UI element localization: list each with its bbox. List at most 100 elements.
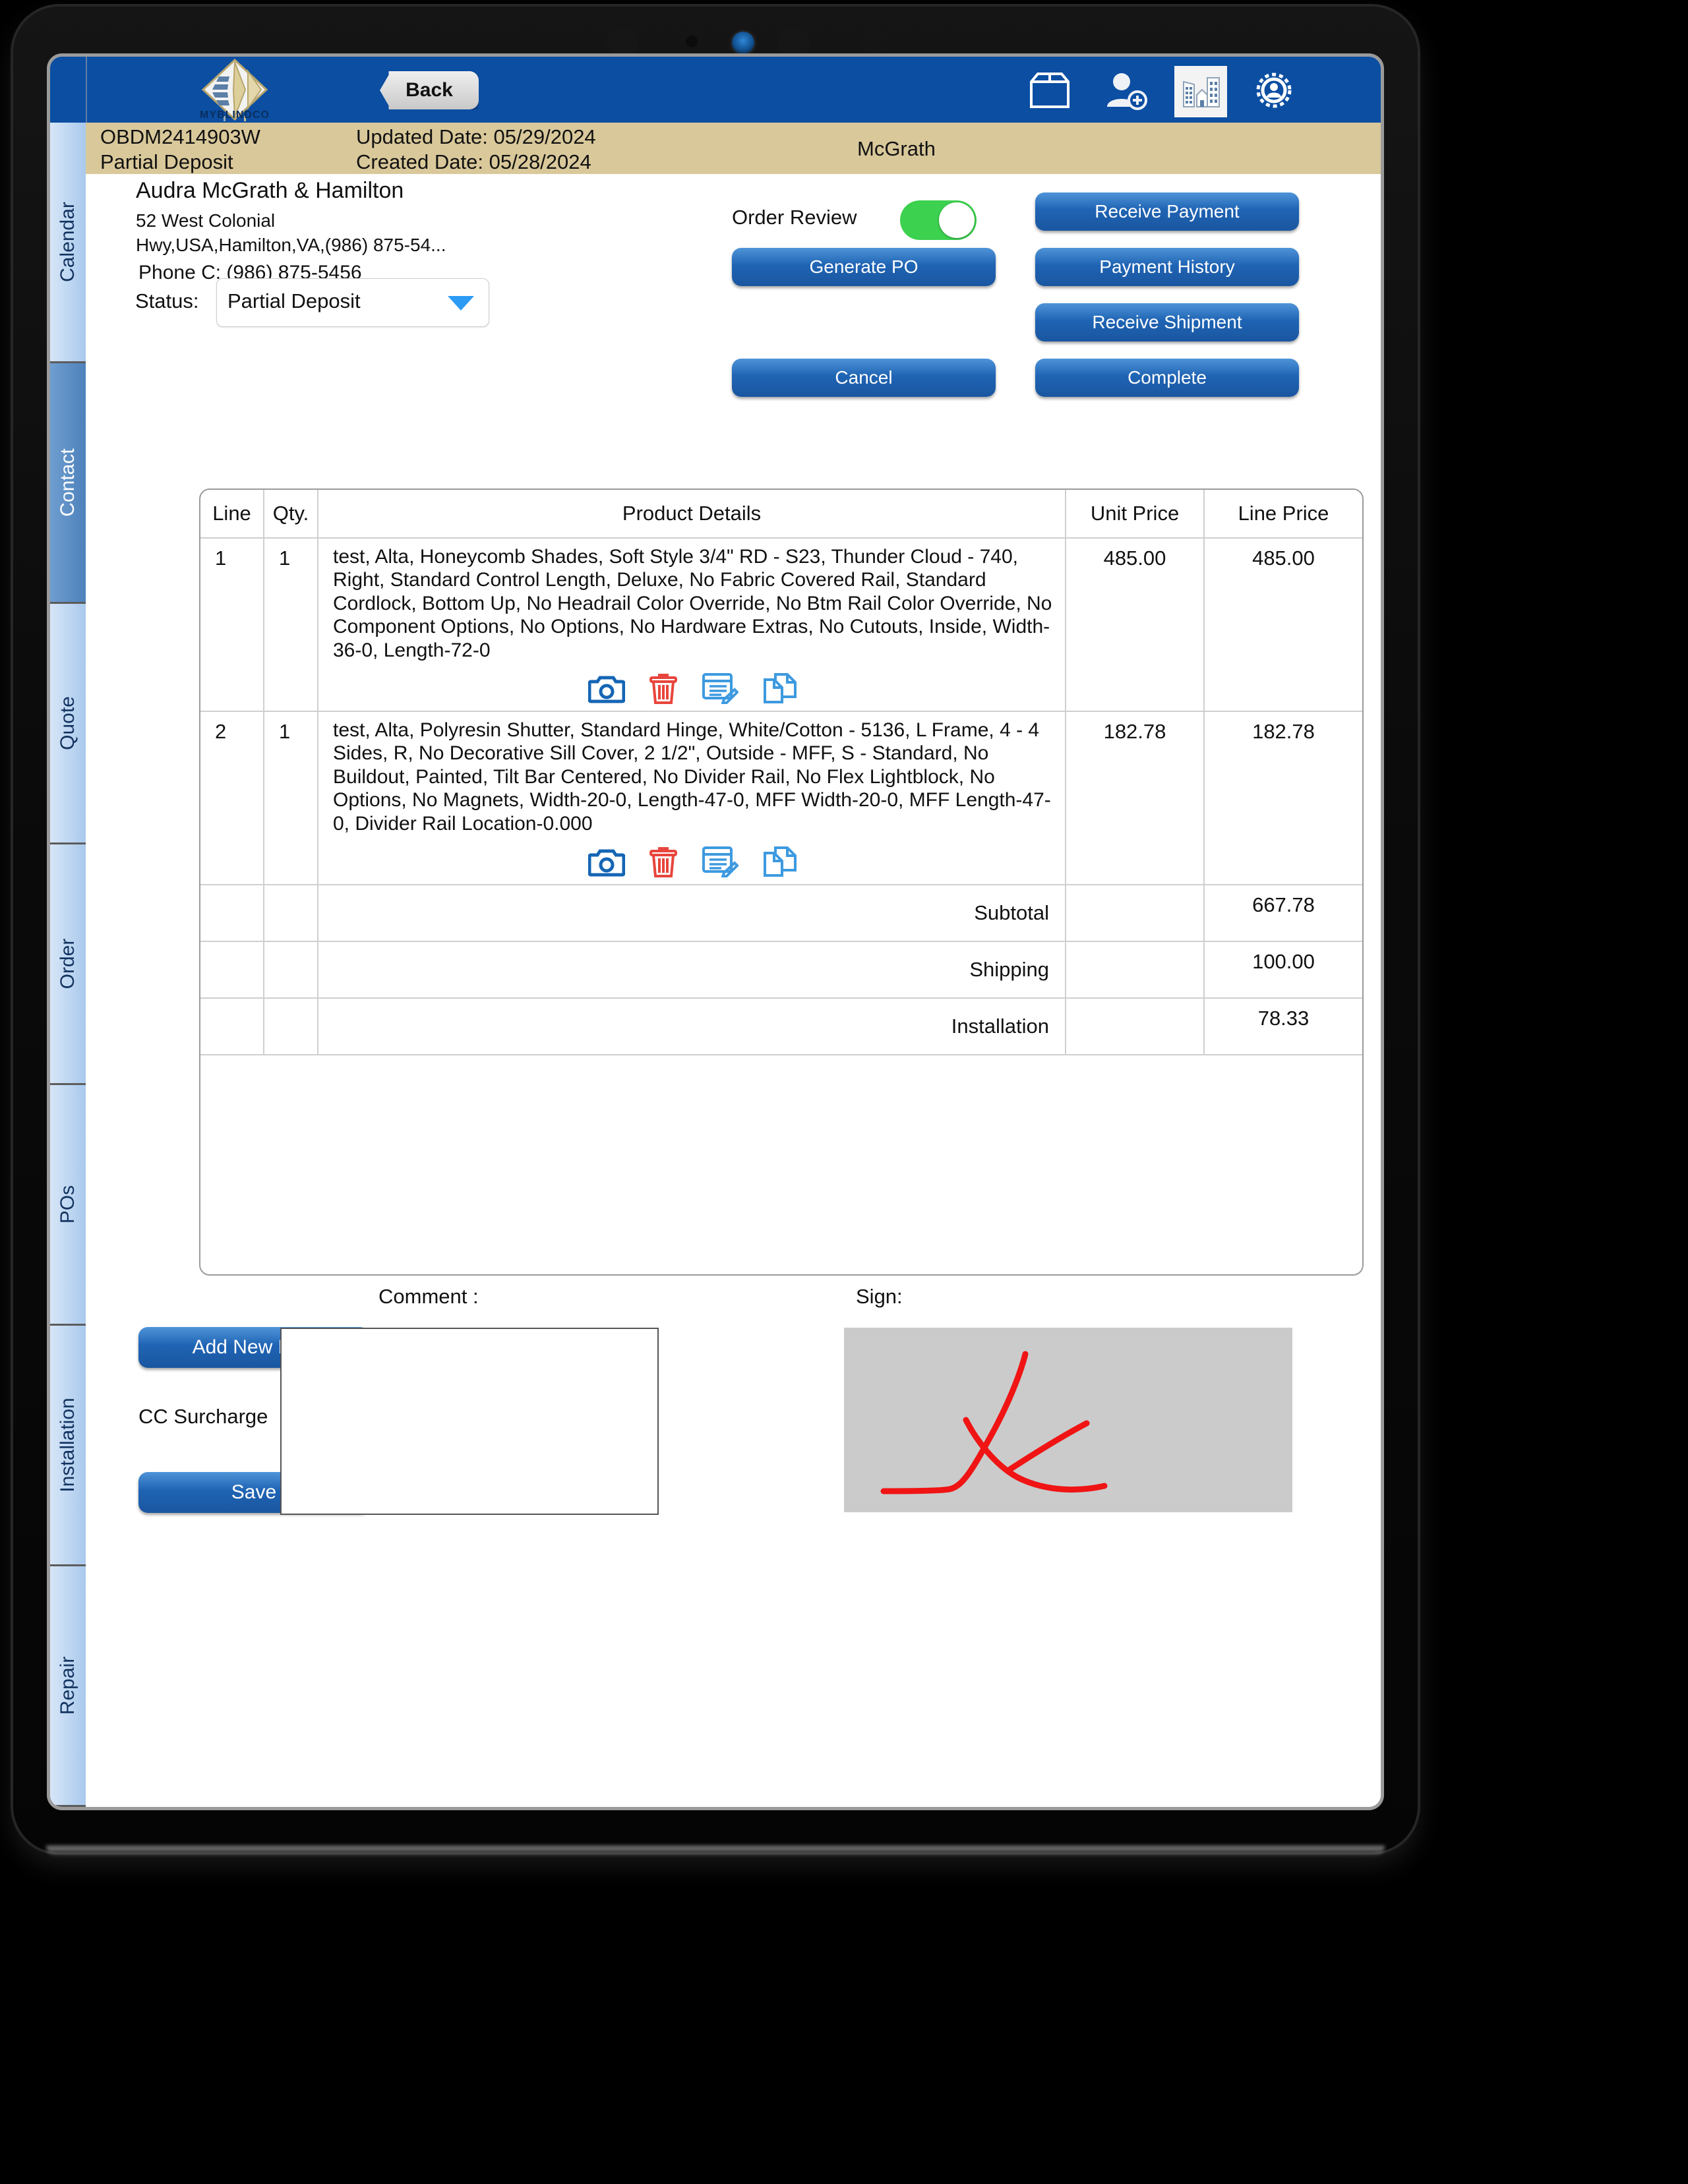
camera-sensor-3 (778, 26, 810, 58)
cancel-label: Cancel (835, 367, 893, 388)
totals-row: Shipping 100.00 (200, 941, 1362, 999)
duplicate-icon[interactable] (762, 846, 798, 877)
add-user-icon[interactable] (1102, 70, 1149, 111)
sidebar-item-installation[interactable]: Installation (50, 1326, 86, 1566)
totals-row: Installation 78.33 (200, 997, 1362, 1055)
signature-pad[interactable] (844, 1328, 1292, 1512)
totals-spacer-line (200, 884, 264, 942)
shipping-value: 100.00 (1204, 941, 1362, 999)
app-header-bar: MYBLINDCO Back (50, 57, 1381, 123)
totals-spacer-line (200, 941, 264, 999)
device-bezel-top (13, 7, 1418, 59)
row-unit-price: 485.00 (1066, 538, 1205, 712)
totals-spacer-qty (264, 997, 318, 1055)
row-line-number: 2 (200, 711, 264, 885)
trash-icon[interactable] (649, 672, 678, 704)
payment-history-label: Payment History (1099, 256, 1235, 277)
gear-user-icon[interactable] (1250, 70, 1298, 111)
sidebar-item-pos[interactable]: POs (50, 1085, 86, 1326)
order-status-text: Partial Deposit (100, 150, 233, 173)
sidebar-item-calendar[interactable]: Calendar (50, 123, 86, 363)
back-button-label: Back (406, 79, 453, 101)
sidebar-item-order[interactable]: Order (50, 844, 86, 1085)
totals-spacer-line (200, 997, 264, 1055)
table-row[interactable]: 2 1 test, Alta, Polyresin Shutter, Stand… (200, 711, 1362, 885)
totals-spacer-unit (1066, 941, 1205, 999)
totals-spacer-unit (1066, 997, 1205, 1055)
comment-label: Comment : (378, 1285, 479, 1308)
status-dropdown[interactable]: Partial Deposit (216, 278, 489, 327)
camera-icon[interactable] (588, 846, 625, 877)
logo-wordmark: MYBLINDCO (200, 109, 270, 121)
customer-address-line1: 52 West Colonial (136, 210, 276, 231)
buildings-icon[interactable] (1174, 66, 1227, 117)
toggle-knob (939, 202, 975, 238)
edit-note-icon[interactable] (702, 846, 738, 877)
row-line-number: 1 (200, 538, 264, 712)
complete-button[interactable]: Complete (1035, 359, 1299, 397)
back-button[interactable]: Back (380, 71, 479, 109)
receive-payment-button[interactable]: Receive Payment (1035, 192, 1299, 231)
camera-sensor-4 (860, 29, 887, 55)
comment-input[interactable] (280, 1328, 659, 1515)
complete-label: Complete (1128, 367, 1207, 388)
payment-history-button[interactable]: Payment History (1035, 248, 1299, 286)
totals-spacer-qty (264, 884, 318, 942)
duplicate-icon[interactable] (762, 672, 798, 704)
order-summary-band: OBDM2414903W Partial Deposit Updated Dat… (86, 123, 1381, 174)
order-review-label: Order Review (732, 206, 857, 229)
receive-shipment-button[interactable]: Receive Shipment (1035, 303, 1299, 341)
camera-sensor-1 (607, 26, 638, 58)
front-camera-lens (732, 32, 754, 54)
table-header-row: Line Qty. Product Details Unit Price Lin… (200, 490, 1362, 539)
sidebar-item-label: Contact (57, 448, 78, 517)
camera-sensor-2 (686, 36, 698, 47)
status-selected-value: Partial Deposit (227, 289, 361, 312)
row-unit-price: 182.78 (1066, 711, 1205, 885)
generate-po-button[interactable]: Generate PO (732, 248, 996, 286)
updated-date: Updated Date: 05/29/2024 (356, 125, 596, 148)
cancel-button[interactable]: Cancel (732, 359, 996, 397)
totals-row: Subtotal 667.78 (200, 884, 1362, 942)
order-number: OBDM2414903W (100, 125, 260, 148)
sidebar-item-repair[interactable]: Repair (50, 1566, 86, 1807)
order-review-toggle[interactable] (900, 200, 977, 240)
trash-icon[interactable] (649, 846, 678, 877)
row-qty: 1 (264, 711, 318, 885)
line-items-table: Line Qty. Product Details Unit Price Lin… (199, 488, 1364, 1276)
row-line-price: 485.00 (1204, 538, 1362, 712)
table-row[interactable]: 1 1 test, Alta, Honeycomb Shades, Soft S… (200, 538, 1362, 712)
shipping-label: Shipping (318, 941, 1066, 999)
box-icon[interactable] (1026, 70, 1073, 111)
created-date: Created Date: 05/28/2024 (356, 150, 591, 173)
sidebar-item-label: Calendar (57, 202, 78, 282)
sidebar-item-label: Order (57, 938, 78, 989)
sidebar-item-label: POs (57, 1185, 78, 1224)
header-rail-spacer (50, 57, 87, 123)
generate-po-label: Generate PO (809, 256, 919, 277)
row-details-cell: test, Alta, Polyresin Shutter, Standard … (318, 711, 1066, 885)
receive-payment-label: Receive Payment (1095, 201, 1240, 221)
tablet-device: MYBLINDCO Back Calendar Contact Quote Or… (13, 7, 1418, 1852)
row-actions (333, 672, 1053, 704)
col-unit-price: Unit Price (1066, 490, 1205, 539)
row-actions (333, 846, 1053, 877)
sidebar-item-label: Quote (57, 696, 78, 750)
col-product-details: Product Details (318, 490, 1066, 539)
sidebar-item-label: Installation (57, 1398, 78, 1492)
col-line-price: Line Price (1204, 490, 1362, 539)
customer-info-panel: Audra McGrath & Hamilton 52 West Colonia… (86, 174, 1381, 397)
camera-icon[interactable] (588, 672, 625, 704)
account-name: McGrath (857, 137, 936, 160)
sidebar-item-quote[interactable]: Quote (50, 604, 86, 844)
signature-stroke-icon (880, 1351, 1108, 1494)
totals-spacer-unit (1066, 884, 1205, 942)
sidebar-item-contact[interactable]: Contact (50, 363, 86, 604)
receive-shipment-label: Receive Shipment (1092, 312, 1242, 332)
edit-note-icon[interactable] (702, 672, 738, 704)
left-tab-rail: Calendar Contact Quote Order POs Installation… (50, 123, 86, 1807)
status-label: Status: (135, 289, 199, 312)
subtotal-label: Subtotal (318, 884, 1066, 942)
col-qty: Qty. (264, 490, 318, 539)
row-line-price: 182.78 (1204, 711, 1362, 885)
